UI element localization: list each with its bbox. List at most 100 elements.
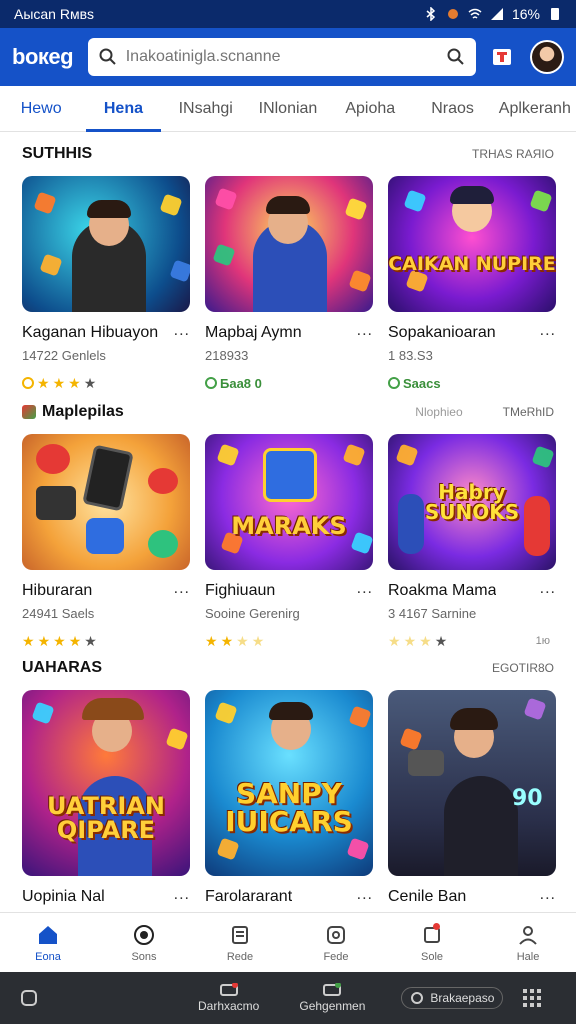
tab-4[interactable]: Apioha <box>329 86 411 132</box>
thumbnail-logo: SANPY IUICARS <box>225 777 353 838</box>
app-thumbnail[interactable]: 90 <box>388 690 556 876</box>
app-card[interactable]: UATRIAN QIPARE Uopinia Nal... <box>22 690 190 906</box>
section-2: Maplepilas Nlophieo TMeRhID Hiburaran...… <box>0 400 576 649</box>
nav-games[interactable]: Sons <box>96 913 192 972</box>
rating-text: Saacs <box>403 375 441 391</box>
star-empty-icon: ★ <box>251 632 265 649</box>
app-rating: ★ ★ ★ ★ <box>205 633 373 649</box>
app-grid-icon[interactable] <box>523 989 542 1007</box>
app-logo[interactable]: bокeg <box>12 44 82 70</box>
app-card[interactable]: 90 Cenile Ban... <box>388 690 556 906</box>
app-rating: ★ ★ ★ ★ <box>22 375 190 391</box>
nav-profile[interactable]: Hale <box>480 913 576 972</box>
search-icon <box>99 48 116 65</box>
app-card[interactable]: MARAKS Fighiuaun... Sooine Gerenirg ★ ★ ★ ★ <box>205 434 373 649</box>
app-title: Uopinia Nal <box>22 888 105 905</box>
profile-icon <box>519 925 537 945</box>
store-icon <box>493 49 512 65</box>
rating-badge-icon <box>22 377 34 389</box>
more-options-icon[interactable]: ... <box>174 581 190 597</box>
app-thumbnail[interactable] <box>22 434 190 570</box>
app-card[interactable]: Mapbaj Aymn... 218933 Бaa8 0 <box>205 176 373 391</box>
nav-home[interactable]: Eona <box>0 913 96 972</box>
section-more-link[interactable]: EGOTIR8О <box>492 661 554 675</box>
app-thumbnail[interactable]: SANPY IUICARS <box>205 690 373 876</box>
app-subtitle: 14722 Genlels <box>22 348 106 363</box>
app-thumbnail[interactable]: CAIKAN NUPIRE <box>388 176 556 312</box>
bluetooth-icon <box>426 7 436 21</box>
games-icon <box>134 924 154 945</box>
section-more-link[interactable]: TRНAS RAЯIO <box>472 147 554 161</box>
rating-badge-icon <box>205 377 217 389</box>
tab-6[interactable]: Aplkeranh <box>494 86 576 132</box>
nav-label: Fede <box>323 950 349 963</box>
system-pill-label: Brakaepaso <box>430 991 495 1005</box>
app-card[interactable]: CAIKAN NUPIRE Sopakanioaran... 1 83.S3 S… <box>388 176 556 391</box>
star-half-icon: ★ <box>434 632 448 649</box>
app-title: Mapbaj Aymn <box>205 324 302 341</box>
system-item-icon <box>219 983 238 996</box>
search-submit-icon[interactable] <box>446 47 466 67</box>
system-app-icon[interactable] <box>20 989 38 1007</box>
star-icon: ★ <box>68 374 81 391</box>
app-card[interactable]: Hiburaran... 24941 Saels ★ ★ ★ ★ ★ <box>22 434 190 649</box>
more-options-icon[interactable]: ... <box>540 323 556 339</box>
nav-apps[interactable]: Rede <box>192 913 288 972</box>
section-more-link[interactable]: TMeRhID <box>503 405 554 419</box>
status-bar: Aысаn Rмвs 16% <box>0 0 576 28</box>
system-item-2[interactable]: Gehgenmen <box>299 983 365 1013</box>
app-thumbnail[interactable]: Habry SUNOKS <box>388 434 556 570</box>
nav-books[interactable]: Fede <box>288 913 384 972</box>
rating-count: 1ю <box>535 635 550 647</box>
battery-percent: 16% <box>511 6 540 22</box>
app-thumbnail[interactable] <box>22 176 190 312</box>
category-tabs: Hewo Hena INsahgi INlonian Apioha Nraos … <box>0 86 576 132</box>
more-options-icon[interactable]: ... <box>174 323 190 339</box>
more-options-icon[interactable]: ... <box>174 887 190 903</box>
status-icons: 16% <box>424 6 562 22</box>
star-empty-icon: ★ <box>419 632 432 649</box>
star-empty-icon: ★ <box>236 632 249 649</box>
system-pill[interactable]: Brakaepaso <box>401 987 504 1009</box>
system-item-1[interactable]: Darhxacmo <box>198 983 259 1013</box>
search-bar[interactable] <box>87 38 477 76</box>
app-card[interactable]: SANPY IUICARS Farolararant... <box>205 690 373 906</box>
more-options-icon[interactable]: ... <box>540 887 556 903</box>
more-options-icon[interactable]: ... <box>357 887 373 903</box>
star-icon: ★ <box>37 374 50 391</box>
app-card[interactable]: Kaganan Hibuayon... 14722 Genlels ★ ★ ★ ★ <box>22 176 190 391</box>
card-row: UATRIAN QIPARE Uopinia Nal... SANPY IUIC… <box>0 690 576 906</box>
section-title-wrap: Maplepilas <box>22 403 124 421</box>
more-options-icon[interactable]: ... <box>540 581 556 597</box>
tab-5[interactable]: Nraos <box>411 86 493 132</box>
section-extra-link[interactable]: Nlophieo <box>415 405 462 419</box>
tab-1[interactable]: Hena <box>82 86 164 132</box>
tab-3[interactable]: INlonian <box>247 86 329 132</box>
star-icon: ★ <box>220 632 234 649</box>
app-subtitle: 218933 <box>205 348 249 363</box>
thumbnail-logo: 90 <box>512 786 543 811</box>
more-options-icon[interactable]: ... <box>357 581 373 597</box>
app-thumbnail[interactable]: MARAKS <box>205 434 373 570</box>
app-card[interactable]: Habry SUNOKS Roakma Mama... 3 4167 Sarni… <box>388 434 556 649</box>
more-options-icon[interactable]: ... <box>357 323 373 339</box>
section-3: UAHARAS EGOTIR8О UATRIAN QIPARE Uopinia … <box>0 656 576 906</box>
star-empty-icon: ★ <box>403 632 417 649</box>
signal-icon <box>490 8 503 20</box>
tab-2[interactable]: INsahgi <box>165 86 247 132</box>
tab-0[interactable]: Hewo <box>0 86 82 132</box>
app-rating: Saacs <box>388 375 556 391</box>
app-subtitle: 3 4167 Sarnine <box>388 606 477 621</box>
rating-text: Бaa8 0 <box>220 375 262 391</box>
app-title: Fighiuaun <box>205 582 276 599</box>
app-thumbnail[interactable]: UATRIAN QIPARE <box>22 690 190 876</box>
search-input[interactable] <box>125 48 447 66</box>
app-rating: ★ ★ ★ ★ ★ <box>22 633 190 649</box>
avatar[interactable] <box>530 40 564 74</box>
app-subtitle: 1 83.S3 <box>388 348 433 363</box>
app-thumbnail[interactable] <box>205 176 373 312</box>
notification-dot <box>433 923 440 930</box>
store-button[interactable] <box>488 43 516 71</box>
thumbnail-logo: Habry SUNOKS <box>424 480 520 524</box>
nav-notifications[interactable]: Sole <box>384 913 480 972</box>
